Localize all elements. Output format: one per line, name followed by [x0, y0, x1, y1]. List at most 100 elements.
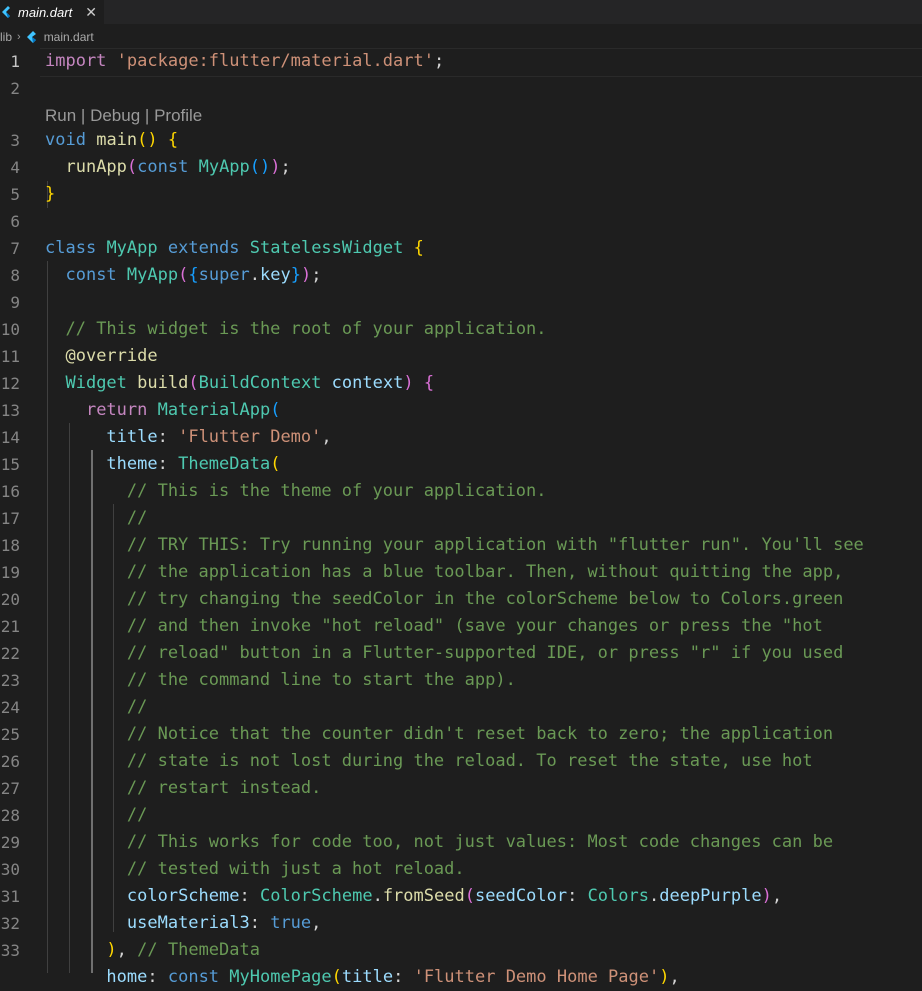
token-type: MyApp: [198, 157, 250, 177]
code-line[interactable]: 21 // and then invoke "hot reload" (save…: [0, 613, 922, 640]
token-annotation: @override: [65, 346, 158, 366]
token-comment: // and then invoke "hot reload" (save yo…: [45, 616, 823, 636]
token-variable: colorScheme: [126, 886, 240, 906]
token-type: MyApp: [126, 265, 179, 285]
line-number: 23: [0, 671, 20, 690]
line-number: 24: [0, 698, 20, 717]
code-line[interactable]: 7 class MyApp extends StatelessWidget {: [0, 235, 922, 262]
code-line[interactable]: 26 // state is not lost during the reloa…: [0, 748, 922, 775]
code-line[interactable]: 14 title: 'Flutter Demo',: [0, 424, 922, 451]
code-line[interactable]: 17 //: [0, 505, 922, 532]
code-line[interactable]: 15 theme: ThemeData(: [0, 451, 922, 478]
code-line[interactable]: 16 // This is the theme of your applicat…: [0, 478, 922, 505]
code-line[interactable]: 31 colorScheme: ColorScheme.fromSeed(see…: [0, 883, 922, 910]
token-variable: key: [260, 265, 291, 285]
code-line[interactable]: 4 runApp(const MyApp());: [0, 154, 922, 181]
token-type: Colors: [587, 886, 649, 906]
token-bracket: ): [403, 373, 414, 393]
token-comment: // restart instead.: [45, 778, 322, 798]
code-line[interactable]: 32 useMaterial3: true,: [0, 910, 922, 937]
line-number: 8: [10, 266, 20, 285]
line-number: 11: [0, 347, 20, 366]
code-line[interactable]: 30 // tested with just a hot reload.: [0, 856, 922, 883]
token-punct: .: [249, 265, 261, 285]
code-line[interactable]: 23 // the command line to start the app)…: [0, 667, 922, 694]
line-number: 26: [0, 752, 20, 771]
token-punct: ,: [771, 886, 783, 906]
line-number: 30: [0, 860, 20, 879]
code-line[interactable]: 13 return MaterialApp(: [0, 397, 922, 424]
profile-link[interactable]: Profile: [154, 106, 202, 125]
line-number: 22: [0, 644, 20, 663]
code-line[interactable]: 8 const MyApp({super.key});: [0, 262, 922, 289]
code-line[interactable]: 10 // This widget is the root of your ap…: [0, 316, 922, 343]
token-keyword: super: [198, 265, 250, 285]
line-number: 29: [0, 833, 20, 852]
token-variable: seedColor: [474, 886, 568, 906]
code-line[interactable]: home: const MyHomePage(title: 'Flutter D…: [0, 964, 922, 991]
token-comment: // the command line to start the app).: [45, 670, 516, 690]
run-link[interactable]: Run: [45, 106, 76, 125]
code-line[interactable]: 29 // This works for code too, not just …: [0, 829, 922, 856]
line-number: 2: [10, 79, 20, 98]
line-number: 13: [0, 401, 20, 420]
breadcrumb-file[interactable]: main.dart: [44, 30, 94, 44]
token-bracket: ): [106, 940, 117, 960]
code-line[interactable]: 3 void main() {: [0, 127, 922, 154]
token-keyword: extends: [167, 238, 240, 258]
code-line[interactable]: 9: [0, 289, 922, 316]
debug-link[interactable]: Debug: [90, 106, 140, 125]
code-line[interactable]: 19 // the application has a blue toolbar…: [0, 559, 922, 586]
token-punct: ,: [321, 427, 332, 447]
token-variable: theme: [106, 454, 158, 474]
line-number: 1: [10, 52, 20, 71]
code-line[interactable]: 33 ), // ThemeData: [0, 937, 922, 964]
token-bracket: (: [126, 157, 138, 177]
close-icon[interactable]: ✕: [85, 4, 97, 21]
code-line[interactable]: 2: [0, 75, 922, 102]
code-line[interactable]: 28 //: [0, 802, 922, 829]
code-lens: Run | Debug | Profile: [0, 102, 922, 129]
token-bracket: }: [45, 184, 56, 204]
code-line[interactable]: 18 // TRY THIS: Try running your applica…: [0, 532, 922, 559]
token-string: 'package:flutter/material.dart': [116, 51, 434, 71]
code-line[interactable]: 27 // restart instead.: [0, 775, 922, 802]
lens-divider: |: [144, 106, 150, 125]
code-line[interactable]: 25 // Notice that the counter didn't res…: [0, 721, 922, 748]
code-editor[interactable]: 1 import 'package:flutter/material.dart'…: [0, 48, 922, 987]
token-comment: // state is not lost during the reload. …: [45, 751, 813, 771]
token-punct: :: [393, 967, 414, 987]
token-keyword: void: [45, 130, 86, 150]
code-line[interactable]: 12 Widget build(BuildContext context) {: [0, 370, 922, 397]
token-variable: title: [106, 427, 158, 447]
token-bracket: ): [301, 265, 312, 285]
line-number: 7: [10, 239, 20, 258]
token-comment: // ThemeData: [137, 940, 260, 960]
token-punct: :: [157, 427, 179, 447]
code-line[interactable]: 11 @override: [0, 343, 922, 370]
code-line[interactable]: 5 }: [0, 181, 922, 208]
code-line[interactable]: 24 //: [0, 694, 922, 721]
token-type: MyHomePage: [229, 967, 332, 987]
code-line[interactable]: 1 import 'package:flutter/material.dart'…: [0, 48, 922, 77]
line-number: 20: [0, 590, 20, 609]
token-bracket: (: [270, 400, 281, 420]
tab-main-dart[interactable]: main.dart ✕: [0, 0, 104, 24]
code-line[interactable]: 20 // try changing the seedColor in the …: [0, 586, 922, 613]
code-line[interactable]: 22 // reload" button in a Flutter-suppor…: [0, 640, 922, 667]
code-line[interactable]: 6: [0, 208, 922, 235]
breadcrumb-folder[interactable]: lib: [0, 30, 12, 44]
token-variable: context: [331, 373, 404, 393]
